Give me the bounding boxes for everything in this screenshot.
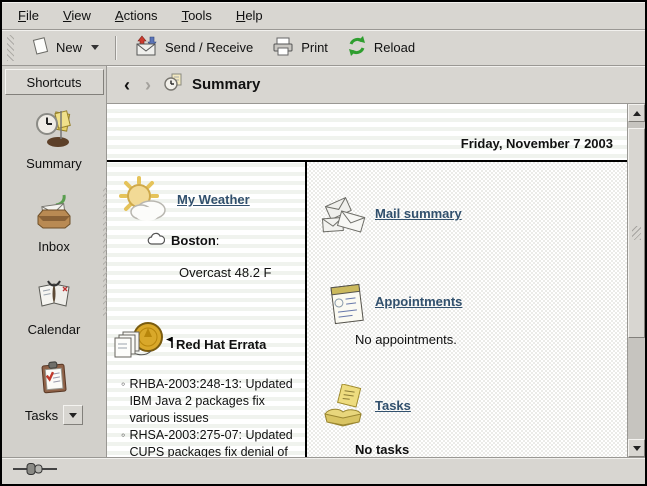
- weather-icon: [117, 174, 171, 233]
- menu-actions[interactable]: Actions: [115, 8, 158, 23]
- menu-bar: File View Actions Tools Help: [2, 2, 645, 30]
- shortcut-group-combo-button[interactable]: [63, 405, 83, 425]
- mail-summary-icon: [319, 192, 367, 243]
- window-body: Shortcuts Summary: [2, 66, 645, 457]
- page-title: Summary: [192, 76, 260, 93]
- summary-page: Friday, November 7 2003: [107, 104, 627, 457]
- flag-icon: [165, 336, 174, 352]
- thumb-grip-icon: [632, 226, 641, 240]
- inbox-icon: [34, 192, 74, 235]
- status-bar: [2, 457, 645, 484]
- reload-button[interactable]: Reload: [337, 31, 424, 64]
- print-button[interactable]: Print: [262, 32, 337, 63]
- chevron-down-icon: [69, 413, 77, 418]
- errata-item[interactable]: ◦ RHSA-2003:275-07: Updated CUPS package…: [121, 427, 297, 457]
- menu-file[interactable]: File: [18, 8, 39, 23]
- weather-location-row: Boston:: [147, 232, 219, 249]
- appointments-empty-text: No appointments.: [355, 332, 457, 347]
- bullet-icon: ◦: [121, 427, 125, 457]
- bullet-icon: ◦: [121, 376, 125, 427]
- summary-icon: [34, 109, 74, 152]
- errata-item[interactable]: ◦ RHBA-2003:248-13: Updated IBM Java 2 p…: [121, 376, 297, 427]
- send-receive-label: Send / Receive: [165, 40, 253, 55]
- printer-icon: [271, 36, 295, 59]
- reload-icon: [346, 35, 368, 60]
- shortcuts-header-button[interactable]: Shortcuts: [5, 69, 104, 95]
- new-button[interactable]: New: [21, 32, 108, 63]
- sidebar-item-summary[interactable]: Summary: [26, 109, 82, 171]
- current-date: Friday, November 7 2003: [461, 136, 613, 151]
- content-row: Friday, November 7 2003: [107, 104, 645, 457]
- tasks-icon: [34, 358, 74, 401]
- weather-location: Boston: [171, 233, 216, 248]
- print-button-label: Print: [301, 40, 328, 55]
- sidebar-item-calendar[interactable]: Calendar: [28, 275, 81, 337]
- new-document-icon: [30, 36, 50, 59]
- weather-condition: Overcast 48.2 F: [179, 265, 271, 280]
- tasks-section-icon: [319, 384, 367, 435]
- back-button[interactable]: ‹: [121, 76, 133, 94]
- sidebar-item-label: Summary: [26, 156, 82, 171]
- new-dropdown-arrow-icon[interactable]: [91, 45, 99, 50]
- shortcut-list: Summary: [25, 109, 83, 425]
- arrow-up-icon: [633, 111, 641, 116]
- send-receive-button[interactable]: Send / Receive: [124, 31, 262, 64]
- tasks-link[interactable]: Tasks: [375, 398, 411, 413]
- appointments-link[interactable]: Appointments: [375, 294, 462, 309]
- forward-button[interactable]: ›: [142, 76, 154, 94]
- evolution-window: File View Actions Tools Help New: [0, 0, 647, 486]
- main-pane: ‹ › Summary Friday, N: [107, 66, 645, 457]
- errata-item-text: RHSA-2003:275-07: Updated CUPS packages …: [129, 427, 297, 457]
- sidebar-item-label: Tasks: [25, 408, 58, 423]
- appointments-icon: [325, 280, 369, 333]
- toolbar: New Send / Receive: [2, 30, 645, 66]
- scroll-up-button[interactable]: [628, 104, 645, 122]
- date-divider: [107, 160, 627, 162]
- calendar-icon: [34, 275, 74, 318]
- errata-title: Red Hat Errata: [176, 337, 266, 352]
- errata-header: Red Hat Errata: [165, 336, 266, 352]
- my-weather-link[interactable]: My Weather: [177, 192, 250, 207]
- reload-button-label: Reload: [374, 40, 415, 55]
- errata-list: ◦ RHBA-2003:248-13: Updated IBM Java 2 p…: [121, 376, 297, 457]
- send-receive-icon: [133, 35, 159, 60]
- toolbar-grip[interactable]: [7, 35, 14, 61]
- cloud-icon: [147, 232, 165, 249]
- folder-summary-icon: [163, 72, 183, 97]
- toolbar-separator: [115, 36, 117, 60]
- scroll-down-button[interactable]: [628, 439, 645, 457]
- sidebar-item-label: Calendar: [28, 322, 81, 337]
- sidebar-item-tasks[interactable]: Tasks: [25, 358, 83, 425]
- arrow-down-icon: [633, 446, 641, 451]
- status-activity-icon[interactable]: [12, 462, 58, 481]
- shortcuts-sidebar: Shortcuts Summary: [2, 66, 107, 457]
- folder-title-bar: ‹ › Summary: [107, 66, 645, 104]
- column-divider: [305, 162, 307, 457]
- menu-tools[interactable]: Tools: [182, 8, 212, 23]
- sidebar-item-label: Inbox: [38, 239, 70, 254]
- errata-icon: [113, 320, 167, 379]
- mail-summary-link[interactable]: Mail summary: [375, 206, 462, 221]
- sidebar-item-inbox[interactable]: Inbox: [34, 192, 74, 254]
- weather-location-colon: :: [216, 233, 220, 248]
- tasks-empty-text: No tasks: [355, 442, 409, 457]
- errata-item-text: RHBA-2003:248-13: Updated IBM Java 2 pac…: [129, 376, 297, 427]
- menu-view[interactable]: View: [63, 8, 91, 23]
- vertical-scrollbar[interactable]: [627, 104, 645, 457]
- scrollbar-thumb[interactable]: [628, 128, 645, 338]
- new-button-label: New: [56, 40, 82, 55]
- menu-help[interactable]: Help: [236, 8, 263, 23]
